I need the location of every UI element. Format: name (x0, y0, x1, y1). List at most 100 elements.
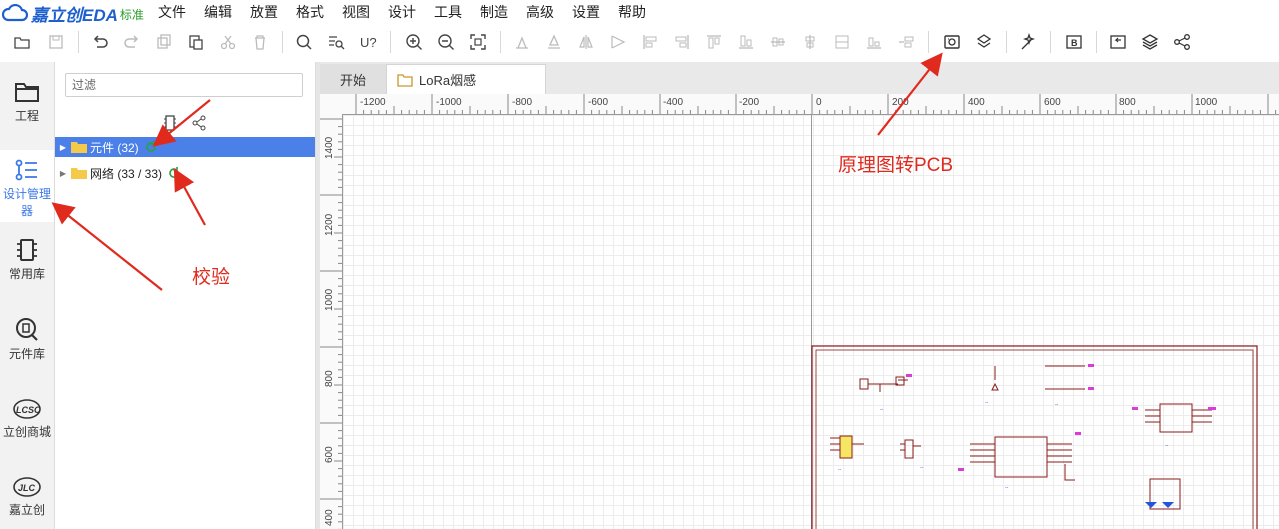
toolbar-separator (500, 31, 501, 53)
nav-common-library[interactable]: 常用库 (0, 238, 54, 282)
folder-icon (71, 168, 87, 179)
refresh-icon[interactable] (144, 140, 158, 154)
convert-to-pcb-icon[interactable] (940, 30, 964, 54)
nav-label: 工程 (14, 109, 39, 123)
ruler-label: -800 (512, 97, 533, 108)
unknown-symbol-icon[interactable]: U? (356, 30, 380, 54)
align-top-edge-icon[interactable] (702, 30, 726, 54)
menu-fabrication[interactable]: 制造 (480, 3, 508, 23)
flip-horizontal-icon[interactable] (574, 30, 598, 54)
ruler-label: 800 (1119, 97, 1136, 108)
menu-design[interactable]: 设计 (388, 3, 416, 23)
save-icon[interactable] (44, 30, 68, 54)
nav-component-library[interactable]: 元件库 (0, 316, 54, 362)
delete-icon[interactable] (248, 30, 272, 54)
tree-item-components[interactable]: ▶ 元件 (32) (55, 137, 315, 157)
menu-place[interactable]: 放置 (250, 3, 278, 23)
toolbar-separator (390, 31, 391, 53)
net-view-icon[interactable] (192, 115, 206, 134)
ruler-label: -400 (663, 97, 684, 108)
menu-view[interactable]: 视图 (342, 3, 370, 23)
component-view-icon[interactable] (163, 115, 177, 134)
align-center-horizontal-icon[interactable] (830, 30, 854, 54)
distribute-vertical-icon[interactable] (798, 30, 822, 54)
share-icon[interactable] (1170, 30, 1194, 54)
find-similar-icon[interactable] (324, 30, 348, 54)
app-logo[interactable]: 嘉立创EDA 标准 (2, 2, 144, 25)
zoom-in-icon[interactable] (402, 30, 426, 54)
tab-start[interactable]: 开始 (320, 64, 386, 94)
refresh-icon[interactable] (167, 166, 181, 180)
menu-format[interactable]: 格式 (296, 3, 324, 23)
svg-text:B: B (1071, 38, 1078, 48)
undo-icon[interactable] (88, 30, 112, 54)
svg-text:JLC: JLC (18, 483, 36, 493)
bom-icon[interactable]: B (1062, 30, 1086, 54)
nav-lcsc-mall[interactable]: LCSC 立创商城 (0, 398, 54, 440)
filter-input[interactable] (65, 73, 303, 97)
svg-text:--: -- (920, 465, 924, 471)
ruler-label: 400 (968, 97, 985, 108)
expand-caret-icon[interactable]: ▶ (57, 143, 69, 152)
ruler-label: 0 (816, 97, 822, 108)
schematic-canvas[interactable]: -1200 -1000 -800 -600 -400 -200 0 200 40… (320, 94, 1279, 529)
tab-lora-smoke[interactable]: LoRa烟感 (386, 64, 546, 94)
toolbar-separator (282, 31, 283, 53)
flip-vertical-icon[interactable] (606, 30, 630, 54)
menu-file[interactable]: 文件 (158, 3, 186, 23)
svg-text:--: -- (1165, 443, 1169, 449)
nav-jlc[interactable]: JLC 嘉立创 (0, 476, 54, 518)
align-center-vertical-icon[interactable] (862, 30, 886, 54)
toolbar-separator (928, 31, 929, 53)
duplicate-icon[interactable] (152, 30, 176, 54)
menu-advanced[interactable]: 高级 (526, 3, 554, 23)
annotation-verify: 校验 (192, 267, 231, 288)
zoom-out-icon[interactable] (434, 30, 458, 54)
svg-text:LCSC: LCSC (16, 405, 41, 415)
logo-text: 嘉立创EDA (31, 5, 118, 25)
left-navigation: 工程 设计管理器 常用库 元件库 LCSC 立创商城 JLC 嘉立创 (0, 62, 55, 529)
fit-icon[interactable] (466, 30, 490, 54)
menu-help[interactable]: 帮助 (618, 3, 646, 23)
import-changes-icon[interactable] (1106, 30, 1130, 54)
menu-tools[interactable]: 工具 (434, 3, 462, 23)
menu-settings[interactable]: 设置 (572, 3, 600, 23)
redo-icon[interactable] (120, 30, 144, 54)
toolbar: U? B (0, 26, 1279, 63)
nav-design-manager[interactable]: 设计管理器 (0, 150, 54, 222)
ruler-label: -1200 (360, 97, 386, 108)
svg-text:--: -- (1055, 402, 1059, 408)
vertical-ruler: 1400 1200 1000 800 600 400 (320, 114, 343, 529)
nav-label: 设计管理器 (2, 187, 51, 218)
toolbar-separator (1006, 31, 1007, 53)
align-top-icon[interactable] (510, 30, 534, 54)
search-icon[interactable] (292, 30, 316, 54)
align-grid-icon[interactable] (894, 30, 918, 54)
align-right-icon[interactable] (670, 30, 694, 54)
distribute-horizontal-icon[interactable] (766, 30, 790, 54)
update-pcb-icon[interactable] (972, 30, 996, 54)
schematic-sheet[interactable]: -- -- -- -- -- -- -- (810, 344, 1279, 529)
tree-item-nets[interactable]: ▶ 网络 (33 / 33) (55, 163, 315, 183)
svg-text:--: -- (838, 467, 842, 473)
align-left-icon[interactable] (638, 30, 662, 54)
annotation-convert-pcb: 原理图转PCB (838, 155, 954, 176)
ruler-ticks (320, 118, 342, 529)
layers-icon[interactable] (1138, 30, 1162, 54)
cut-icon[interactable] (216, 30, 240, 54)
align-bottom-edge-icon[interactable] (734, 30, 758, 54)
menu-edit[interactable]: 编辑 (204, 3, 232, 23)
menu-bar: 嘉立创EDA 标准 文件 编辑 放置 格式 视图 设计 工具 制造 高级 设置 … (0, 0, 1279, 26)
cloud-logo-icon (2, 4, 28, 22)
nav-label: 元件库 (8, 347, 45, 361)
expand-caret-icon[interactable]: ▶ (57, 169, 69, 178)
align-bottom-icon[interactable] (542, 30, 566, 54)
component-search-icon (16, 318, 38, 341)
main-menu: 文件 编辑 放置 格式 视图 设计 工具 制造 高级 设置 帮助 (158, 3, 664, 23)
nav-label: 常用库 (8, 267, 45, 281)
open-folder-icon[interactable] (10, 30, 34, 54)
nav-project[interactable]: 工程 (0, 80, 54, 124)
paste-icon[interactable] (184, 30, 208, 54)
toolbar-separator (1096, 31, 1097, 53)
design-check-icon[interactable] (1016, 30, 1040, 54)
